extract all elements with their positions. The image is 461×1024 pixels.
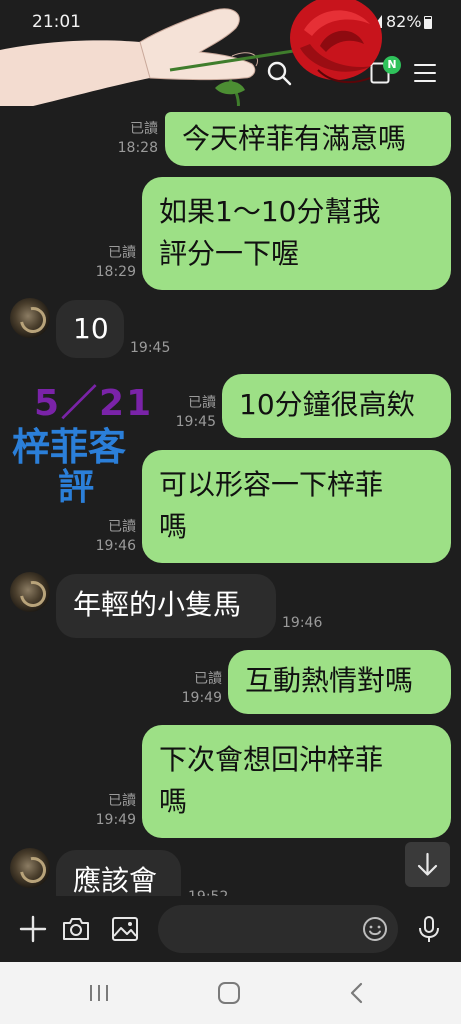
message-time: 19:45	[175, 414, 216, 430]
message-time: 18:29	[95, 264, 136, 280]
message-time: 19:49	[95, 812, 136, 828]
message-text: 應該會	[73, 864, 158, 896]
message-text: 嗎	[159, 785, 188, 818]
arrow-down-icon	[417, 852, 438, 876]
status-bar: 21:01 82%	[0, 0, 461, 40]
outgoing-message[interactable]: 下次會想回沖梓菲 嗎	[142, 725, 451, 838]
status-time: 21:01	[32, 12, 81, 32]
home-icon[interactable]	[214, 978, 244, 1008]
read-receipt: 已讀	[108, 793, 136, 809]
avatar[interactable]	[10, 848, 50, 888]
message-time: 19:46	[95, 538, 136, 554]
plus-icon[interactable]	[18, 914, 48, 944]
message-time: 19:52	[188, 888, 238, 896]
message-meta: 已讀 19:46	[80, 518, 136, 556]
message-text-field[interactable]	[174, 905, 354, 953]
signal-icon	[372, 15, 382, 28]
search-icon[interactable]	[266, 60, 292, 86]
outgoing-message[interactable]: 可以形容一下梓菲 嗎	[142, 450, 451, 563]
system-nav-bar	[0, 962, 461, 1024]
message-text: 嗎	[159, 510, 188, 543]
message-time: 18:28	[117, 140, 158, 156]
avatar[interactable]	[10, 298, 50, 338]
message-meta: 已讀 19:45	[158, 394, 216, 432]
message-text: 下次會想回沖梓菲	[159, 743, 384, 776]
message-text: 可以形容一下梓菲	[159, 468, 384, 501]
emoji-icon[interactable]	[362, 916, 388, 942]
message-input-bar	[0, 896, 461, 962]
outgoing-message[interactable]: 互動熱情對嗎	[228, 650, 451, 714]
read-receipt: 已讀	[108, 245, 136, 261]
battery-level: 82%	[386, 12, 422, 31]
message-meta: 已讀 18:29	[80, 244, 136, 282]
date-sticker: 5／21 梓菲客 評	[10, 370, 160, 508]
incoming-message[interactable]: 應該會	[56, 850, 181, 896]
read-receipt: 已讀	[188, 395, 216, 411]
outgoing-message[interactable]: 如果1～10分幫我 評分一下喔	[142, 177, 451, 290]
chat-header: N	[0, 40, 461, 106]
recent-apps-icon[interactable]	[84, 978, 114, 1008]
outgoing-message[interactable]: 10分鐘很高欸	[222, 374, 451, 438]
message-meta: 已讀 19:49	[164, 670, 222, 708]
back-icon[interactable]	[342, 978, 372, 1008]
menu-icon[interactable]	[414, 64, 436, 82]
incoming-message[interactable]: 10	[56, 300, 124, 358]
sticker-line-2: 評	[58, 467, 95, 508]
message-time: 19:45	[130, 340, 171, 356]
scroll-to-bottom-button[interactable]	[405, 842, 450, 887]
notification-badge: N	[383, 56, 401, 74]
avatar[interactable]	[10, 572, 50, 612]
message-text: 10	[73, 312, 109, 345]
chat-area[interactable]: 已讀 18:28 今天梓菲有滿意嗎 已讀 18:29 如果1～10分幫我 評分一…	[0, 106, 461, 896]
read-receipt: 已讀	[194, 671, 222, 687]
message-text: 如果1～10分幫我	[159, 195, 381, 228]
message-input[interactable]	[158, 905, 398, 953]
read-receipt: 已讀	[130, 121, 158, 137]
message-time: 19:46	[282, 615, 323, 631]
message-text: 今天梓菲有滿意嗎	[182, 122, 407, 155]
camera-icon[interactable]	[61, 914, 91, 944]
message-text: 評分一下喔	[159, 237, 300, 270]
message-meta: 已讀 19:49	[80, 792, 136, 830]
message-time: 19:49	[181, 690, 222, 706]
read-receipt: 已讀	[108, 519, 136, 535]
message-text: 互動熱情對嗎	[245, 664, 414, 697]
image-icon[interactable]	[110, 914, 140, 944]
outgoing-message[interactable]: 今天梓菲有滿意嗎	[165, 112, 451, 166]
microphone-icon[interactable]	[414, 914, 444, 944]
incoming-message[interactable]: 年輕的小隻馬	[56, 574, 276, 638]
message-meta: 已讀 18:28	[100, 120, 158, 158]
message-text: 年輕的小隻馬	[73, 588, 242, 621]
message-text: 10分鐘很高欸	[239, 388, 415, 421]
battery-icon	[424, 16, 432, 29]
